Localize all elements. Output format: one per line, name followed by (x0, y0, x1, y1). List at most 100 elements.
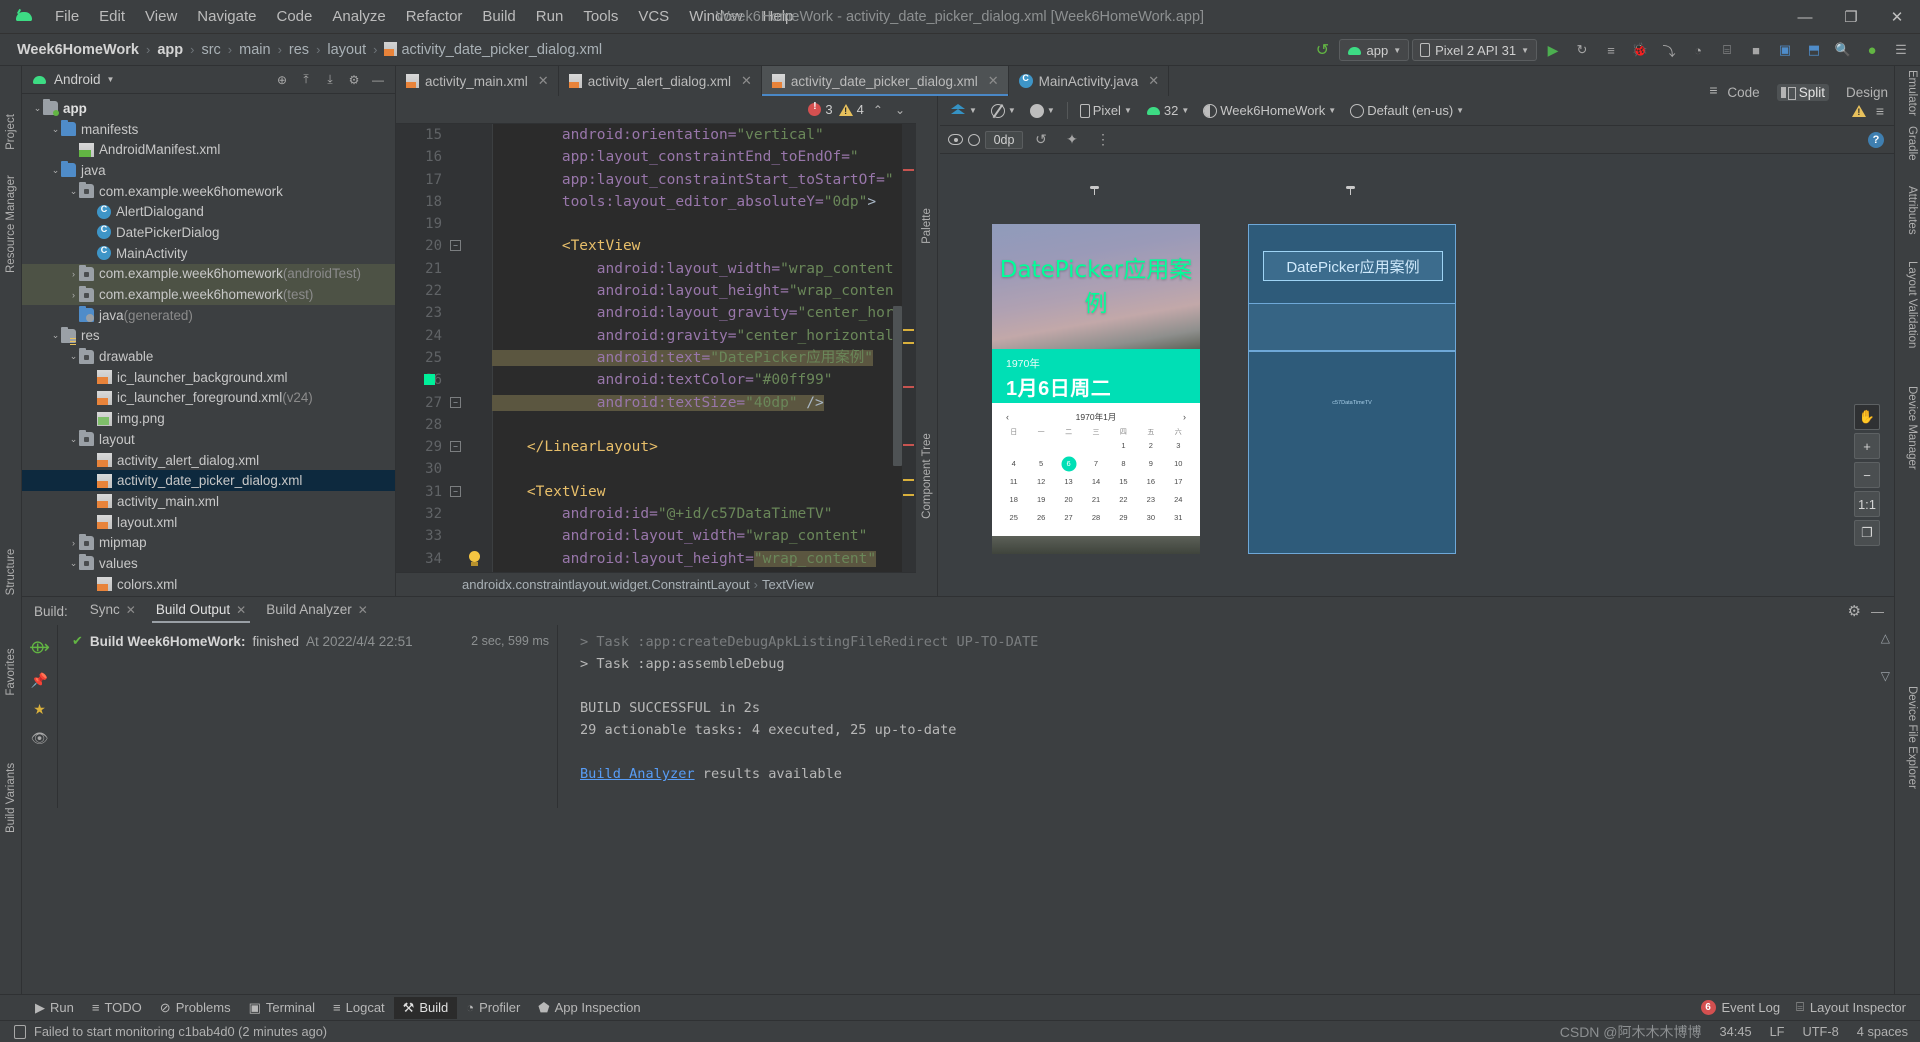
expand-arrow-icon[interactable]: ⌄ (68, 351, 79, 362)
run-configuration-selector[interactable]: app ▼ (1338, 39, 1410, 61)
infer-constraints-icon[interactable]: ✦ (1059, 128, 1085, 152)
error-marker[interactable] (903, 444, 914, 446)
breadcrumb-item-6[interactable]: activity_date_picker_dialog.xml (381, 41, 605, 58)
locale-selector-button[interactable]: Default (en-us) ▼ (1345, 100, 1469, 122)
profile-button[interactable]: ◔ (1685, 38, 1711, 62)
design-canvas[interactable]: DatePicker应用案例 1970年 1月6日周二 ‹ 1970年1月 › … (940, 154, 1894, 596)
calendar-day-9[interactable]: 9 (1137, 457, 1164, 470)
chevron-down-icon[interactable]: ▼ (107, 75, 115, 84)
calendar-day-6[interactable]: 6 (1055, 457, 1082, 470)
code-line-18[interactable]: 18 tools:layout_editor_absoluteY="0dp"> (396, 191, 916, 213)
theme-selector-button[interactable]: Week6HomeWork ▼ (1198, 100, 1341, 122)
attributes-toggle-icon[interactable]: ≡ (1876, 103, 1884, 119)
calendar-day-19[interactable]: 19 (1027, 493, 1054, 506)
minimize-panel-icon[interactable]: — (1871, 604, 1884, 619)
code-line-20[interactable]: 20− <TextView (396, 235, 916, 257)
breadcrumb-item-3[interactable]: main (236, 42, 273, 58)
calendar-day-11[interactable]: 11 (1000, 475, 1027, 488)
tree-node-mainactivity[interactable]: MainActivity (22, 243, 395, 264)
rail-item-project[interactable]: Project (5, 101, 17, 163)
editor-breadcrumb[interactable]: androidx.constraintlayout.widget.Constra… (396, 572, 916, 596)
default-margin-input[interactable]: 0dp (985, 130, 1023, 149)
calendar-day-31[interactable]: 31 (1165, 511, 1192, 524)
close-tab-icon[interactable]: ✕ (988, 73, 999, 89)
calendar-day-27[interactable]: 27 (1055, 511, 1082, 524)
prev-problem-button[interactable]: ⌃ (870, 103, 886, 117)
zoom-actual-size-button[interactable]: 1:1 (1854, 491, 1880, 517)
tree-node-colors-xml[interactable]: colors.xml (22, 574, 395, 595)
calendar-day-17[interactable]: 17 (1165, 475, 1192, 488)
code-line-17[interactable]: 17 app:layout_constraintStart_toStartOf=… (396, 169, 916, 191)
build-tab-sync[interactable]: Sync ✕ (80, 599, 146, 623)
project-tool-3[interactable]: ⚙ (343, 69, 365, 91)
datepicker-calendar[interactable]: ‹ 1970年1月 › 日一二三四五六 1 2 3 4 5 6 7 8 9 10 11 12 13 14 1… (992, 403, 1200, 524)
calendar-day-22[interactable]: 22 (1110, 493, 1137, 506)
tree-node-drawable[interactable]: ⌄ drawable (22, 346, 395, 367)
design-surface-mode-button[interactable]: ▼ (946, 100, 982, 122)
code-line-25[interactable]: 25 android:text="DatePicker应用案例" (396, 347, 916, 369)
tree-node-manifests[interactable]: ⌄ manifests (22, 119, 395, 140)
calendar-day-25[interactable]: 25 (1000, 511, 1027, 524)
error-count-badge[interactable]: 3 (808, 101, 833, 117)
project-view-selector[interactable]: Android (54, 72, 101, 87)
expand-arrow-icon[interactable]: ⌄ (68, 186, 79, 197)
main-menu[interactable]: File Edit View Navigate Code Analyze Refactor B… (45, 4, 803, 29)
error-marker[interactable] (903, 169, 914, 171)
avd-manager-button[interactable]: ▣ (1772, 38, 1798, 62)
close-tab-icon[interactable]: ✕ (1148, 73, 1159, 89)
calendar-day-21[interactable]: 21 (1082, 493, 1109, 506)
help-icon[interactable]: ? (1868, 131, 1884, 148)
zoom-out-button[interactable]: − (1854, 462, 1880, 488)
rail-item-device-manager[interactable]: Device Manager (1906, 386, 1918, 470)
rail-item-emulator[interactable]: Emulator (1906, 70, 1918, 116)
breadcrumb-item-0[interactable]: Week6HomeWork (14, 42, 142, 58)
scroll-up-icon[interactable]: △ (1881, 631, 1890, 645)
tree-node-activity-alert-dialog-xml[interactable]: activity_alert_dialog.xml (22, 450, 395, 471)
pin-icon[interactable]: 📌 (22, 658, 57, 689)
warning-marker[interactable] (903, 329, 914, 331)
apply-changes-button[interactable]: ≡ (1598, 38, 1624, 62)
project-tool-1[interactable]: ⤒ (295, 69, 317, 91)
gear-icon[interactable]: ⚙ (1848, 602, 1861, 620)
build-result-tree[interactable]: ✔ Build Week6HomeWork: finished At 2022/… (58, 625, 558, 808)
breadcrumb-item-2[interactable]: src (198, 42, 223, 58)
code-line-34[interactable]: 34 android:layout_height="wrap_content" (396, 548, 916, 570)
build-analyzer-link[interactable]: Build Analyzer (580, 766, 695, 782)
menu-item-build[interactable]: Build (472, 4, 525, 29)
close-tab-icon[interactable]: ✕ (538, 73, 549, 89)
menu-item-navigate[interactable]: Navigate (187, 4, 266, 29)
settings-button[interactable]: ☰ (1888, 38, 1914, 62)
code-line-22[interactable]: 22 android:layout_height="wrap_content" (396, 280, 916, 302)
editor-scrollbar-thumb[interactable] (893, 306, 902, 466)
tool-window-todo[interactable]: ≡ TODO (83, 997, 151, 1018)
calendar-day-16[interactable]: 16 (1137, 475, 1164, 488)
pan-tool-button[interactable]: ✋ (1854, 404, 1880, 430)
palette-strip[interactable]: Palette (916, 96, 938, 356)
tree-node-app[interactable]: ⌄ app (22, 98, 395, 119)
baseline-align-icon[interactable]: ⋮ (1090, 128, 1116, 152)
calendar-day-23[interactable]: 23 (1137, 493, 1164, 506)
expand-arrow-icon[interactable]: ⌄ (68, 434, 79, 445)
project-tool-2[interactable]: ⤓ (319, 69, 341, 91)
maximize-button[interactable]: ❐ (1828, 0, 1874, 34)
tree-node-img-png[interactable]: img.png (22, 408, 395, 429)
prev-month-button[interactable]: ‹ (1006, 412, 1009, 422)
close-tab-icon[interactable]: ✕ (126, 603, 136, 617)
line-separator-label[interactable]: LF (1770, 1024, 1785, 1039)
close-tab-icon[interactable]: ✕ (358, 603, 368, 617)
build-hammer-icon[interactable]: ⟴ (22, 625, 57, 658)
calendar-day-30[interactable]: 30 (1137, 511, 1164, 524)
tree-node-res[interactable]: ⌄ res (22, 326, 395, 347)
caret-position-label[interactable]: 34:45 (1720, 1024, 1752, 1039)
tree-node-ic-launcher-foreground-xml[interactable]: ic_launcher_foreground.xml (v24) (22, 388, 395, 409)
editor-lines[interactable]: 15 android:orientation="vertical" 16 app:… (396, 124, 916, 596)
build-result-row[interactable]: ✔ Build Week6HomeWork: finished At 2022/… (58, 631, 557, 651)
code-line-24[interactable]: 24 android:gravity="center_horizontal" (396, 325, 916, 347)
blueprint-title-textview[interactable]: DatePicker应用案例 (1263, 251, 1443, 281)
calendar-day-18[interactable]: 18 (1000, 493, 1027, 506)
device-selector-button[interactable]: Pixel ▼ (1075, 100, 1137, 122)
calendar-day-24[interactable]: 24 (1165, 493, 1192, 506)
rail-item-gradle[interactable]: Gradle (1906, 126, 1918, 161)
rail-item-build-variants[interactable]: Build Variants (5, 763, 17, 833)
breadcrumb-item-1[interactable]: app (154, 42, 186, 58)
